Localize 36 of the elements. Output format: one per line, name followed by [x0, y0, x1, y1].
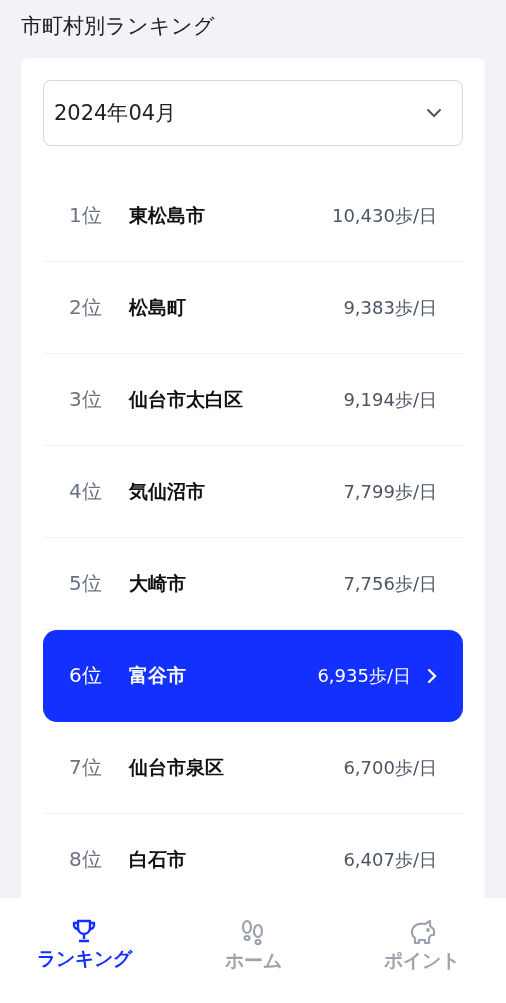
nav-tab[interactable]: ランキング — [0, 898, 169, 1003]
municipality-name: 白石市 — [129, 846, 187, 872]
municipality-name: 松島町 — [129, 294, 187, 320]
steps-value: 6,700歩/日 — [343, 755, 437, 780]
rank-label: 3位 — [69, 386, 103, 413]
rank-label: 7位 — [69, 754, 103, 781]
rank-label: 5位 — [69, 570, 103, 597]
rank-label: 4位 — [69, 478, 103, 505]
ranking-row[interactable]: 7位 仙台市泉区 6,700歩/日 — [43, 722, 463, 814]
rank-label: 1位 — [69, 202, 103, 229]
ranking-row[interactable]: 4位 気仙沼市 7,799歩/日 — [43, 446, 463, 538]
rank-label: 2位 — [69, 294, 103, 321]
municipality-name: 東松島市 — [129, 202, 206, 228]
chevron-down-icon — [426, 108, 442, 118]
steps-value: 6,935歩/日 — [317, 663, 411, 688]
steps-value: 10,430歩/日 — [331, 203, 437, 228]
steps-value: 7,799歩/日 — [343, 479, 437, 504]
ranking-row[interactable]: 1位 東松島市 10,430歩/日 — [43, 170, 463, 262]
steps-value: 7,756歩/日 — [343, 571, 437, 596]
ranking-row[interactable]: 3位 仙台市太白区 9,194歩/日 — [43, 354, 463, 446]
municipality-name: 気仙沼市 — [129, 478, 206, 504]
month-select[interactable]: 2024年04月 — [43, 80, 463, 146]
steps-value: 9,383歩/日 — [343, 295, 437, 320]
steps-value: 6,407歩/日 — [343, 847, 437, 872]
municipality-name: 富谷市 — [129, 662, 187, 688]
trophy-icon — [71, 918, 98, 944]
municipality-name: 仙台市太白区 — [129, 386, 244, 412]
page-title: 市町村別ランキング — [21, 13, 216, 40]
steps-value: 9,194歩/日 — [343, 387, 437, 412]
ranking-row[interactable]: 2位 松島町 9,383歩/日 — [43, 262, 463, 354]
municipality-name: 大崎市 — [129, 570, 187, 596]
rank-label: 8位 — [69, 846, 103, 873]
chevron-right-icon — [427, 667, 437, 684]
ranking-row[interactable]: 6位 富谷市 6,935歩/日 — [43, 630, 463, 722]
municipality-name: 仙台市泉区 — [129, 754, 225, 780]
rank-label: 6位 — [69, 662, 103, 689]
